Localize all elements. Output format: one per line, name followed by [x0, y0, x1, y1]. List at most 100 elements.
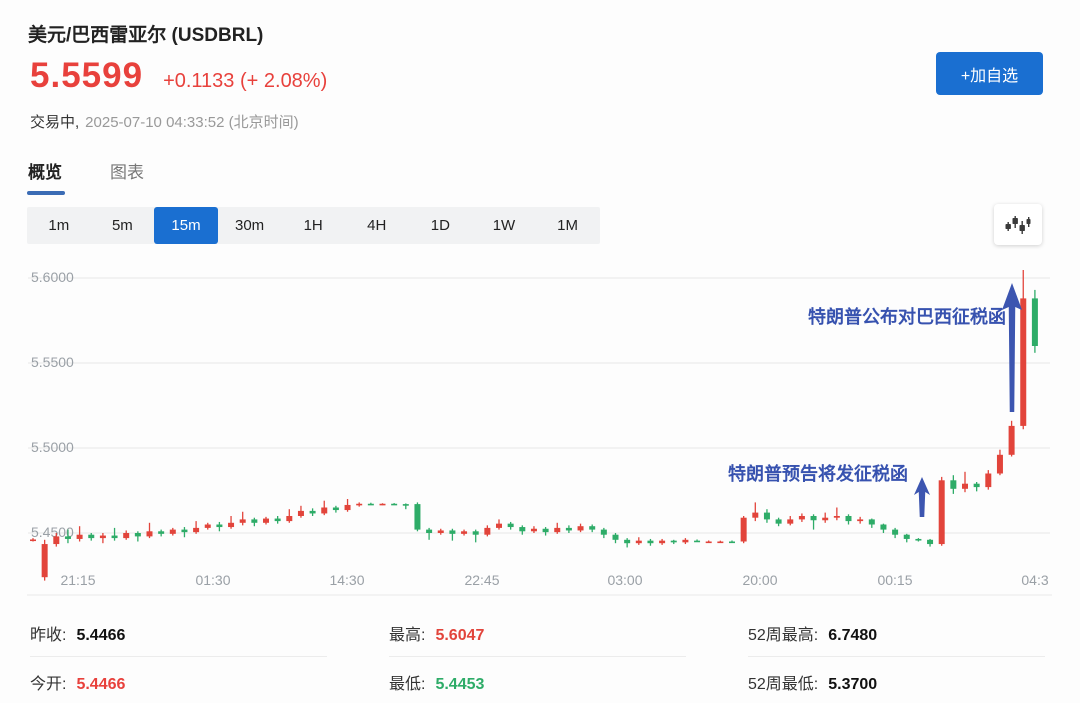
- candle: [764, 513, 770, 520]
- timeframe-30m[interactable]: 30m: [218, 207, 282, 244]
- candle: [811, 516, 817, 520]
- y-axis-label: 5.5500: [31, 354, 74, 370]
- candle: [414, 504, 420, 529]
- timeframe-1m[interactable]: 1M: [536, 207, 600, 244]
- candle: [647, 541, 653, 544]
- candle: [566, 528, 572, 531]
- candle: [216, 525, 222, 528]
- candle: [310, 511, 316, 514]
- annotation-up-arrow: [914, 477, 930, 517]
- candle: [880, 525, 886, 530]
- candle: [799, 516, 805, 519]
- candle: [776, 519, 782, 523]
- candlestick-chart: 5.60005.55005.50005.450021:1501:3014:302…: [0, 255, 1080, 600]
- candle: [391, 504, 397, 506]
- x-axis-label: 20:00: [742, 572, 777, 588]
- timeframe-4h[interactable]: 4H: [345, 207, 409, 244]
- candle: [438, 530, 444, 533]
- candle: [787, 519, 793, 523]
- stat-label: 52周最低:: [748, 670, 818, 694]
- candle: [974, 484, 980, 487]
- candle: [915, 539, 921, 541]
- page-title: 美元/巴西雷亚尔 (USDBRL): [28, 20, 263, 47]
- candle: [857, 519, 863, 521]
- candle: [682, 540, 688, 543]
- stat-value: 5.3700: [828, 676, 877, 694]
- candle: [927, 540, 933, 544]
- candle: [846, 516, 852, 521]
- candle: [636, 541, 642, 544]
- candle: [65, 536, 71, 539]
- candle: [741, 518, 747, 542]
- quote-timestamp: 2025-07-10 04:33:52 (北京时间): [85, 114, 298, 131]
- stat-value: 5.4466: [76, 627, 125, 645]
- candle: [321, 508, 327, 514]
- y-axis-label: 5.5000: [31, 439, 74, 455]
- timeframe-1d[interactable]: 1D: [409, 207, 473, 244]
- candle: [508, 524, 514, 527]
- stat-label: 最高:: [389, 621, 425, 645]
- candle: [30, 539, 36, 541]
- candle: [613, 535, 619, 540]
- candlestick-chart-icon: [1005, 213, 1031, 237]
- stat-label: 最低:: [389, 670, 425, 694]
- candle: [531, 529, 537, 532]
- stat-open: 今开: 5.4466: [30, 657, 327, 703]
- candle: [53, 536, 59, 544]
- candle: [286, 516, 292, 521]
- candle: [554, 528, 560, 532]
- candle: [601, 530, 607, 535]
- candle: [904, 535, 910, 539]
- timeframe-1w[interactable]: 1W: [472, 207, 536, 244]
- candle: [77, 535, 83, 539]
- candle: [380, 504, 386, 506]
- candle: [356, 504, 362, 506]
- trading-status-row: 交易中,2025-07-10 04:33:52 (北京时间): [30, 111, 299, 132]
- candle: [42, 544, 48, 577]
- candle: [869, 519, 875, 524]
- stat-52wk-low: 52周最低: 5.3700: [748, 657, 1045, 703]
- candle: [706, 542, 712, 544]
- candle: [484, 528, 490, 535]
- x-axis-label: 01:30: [195, 572, 230, 588]
- candle: [240, 519, 246, 522]
- chart-area[interactable]: 5.60005.55005.50005.450021:1501:3014:302…: [0, 255, 1080, 600]
- x-axis-label: 22:45: [464, 572, 499, 588]
- candle: [147, 531, 153, 536]
- candle: [985, 474, 991, 488]
- candle: [950, 480, 956, 489]
- candle: [112, 536, 118, 539]
- timeframe-5m[interactable]: 5m: [91, 207, 155, 244]
- candle: [729, 542, 735, 544]
- stat-prev-close: 昨收: 5.4466: [30, 608, 327, 657]
- add-watchlist-button[interactable]: +加自选: [936, 52, 1043, 95]
- candle: [158, 531, 164, 534]
- candle: [834, 516, 840, 518]
- candle: [589, 526, 595, 529]
- price-row: 5.5599 +0.1133 (+ 2.08%): [30, 56, 327, 96]
- x-axis-label: 04:3: [1021, 572, 1048, 588]
- candle: [426, 530, 432, 533]
- chart-type-button[interactable]: [994, 204, 1042, 245]
- timeframe-1h[interactable]: 1H: [281, 207, 345, 244]
- candle: [519, 527, 525, 531]
- candle: [1032, 298, 1038, 346]
- tab-overview[interactable]: 概览: [28, 158, 62, 193]
- candle: [205, 525, 211, 528]
- candle: [578, 526, 584, 530]
- candle: [345, 505, 351, 510]
- chart-annotation-text: 特朗普公布对巴西征税函: [808, 306, 1006, 327]
- candle: [449, 530, 455, 533]
- candle: [181, 530, 187, 533]
- timeframe-1m[interactable]: 1m: [27, 207, 91, 244]
- candle: [135, 533, 141, 536]
- stat-value: 6.7480: [828, 627, 877, 645]
- candle: [298, 511, 304, 516]
- candle: [123, 533, 129, 538]
- timeframe-15m[interactable]: 15m: [154, 207, 218, 244]
- x-axis-label: 14:30: [329, 572, 364, 588]
- candle: [100, 536, 106, 539]
- candle: [624, 540, 630, 543]
- stat-value: 5.4453: [435, 676, 484, 694]
- tab-chart[interactable]: 图表: [110, 158, 144, 193]
